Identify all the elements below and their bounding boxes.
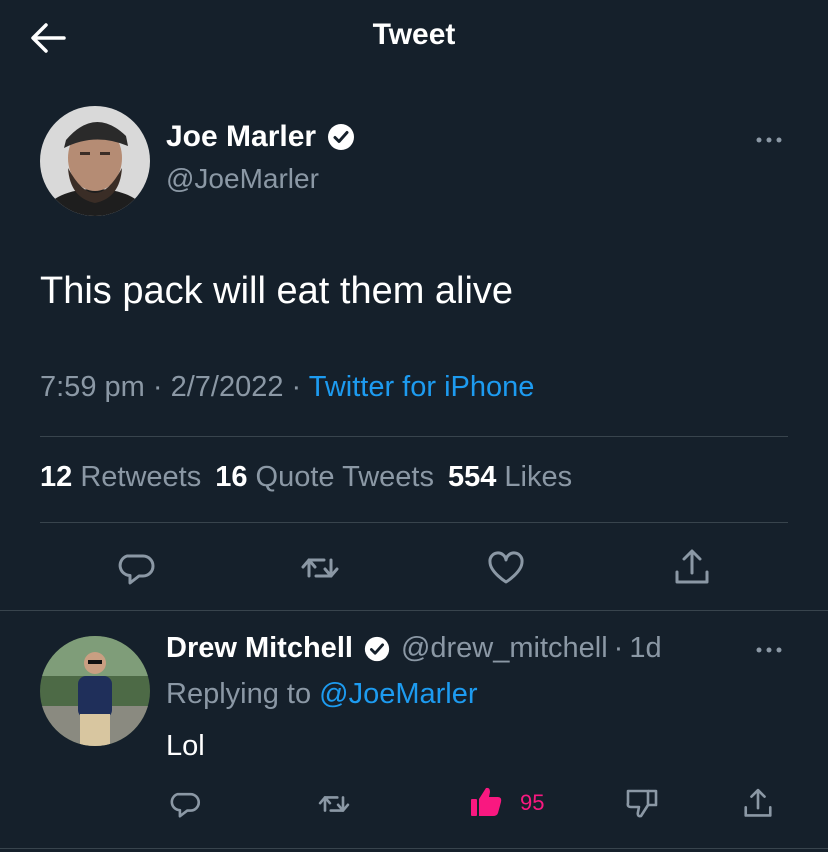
reply-avatar[interactable] — [40, 636, 150, 746]
avatar[interactable] — [40, 106, 150, 216]
share-icon — [675, 549, 709, 584]
reply-reply-button[interactable] — [166, 786, 202, 822]
reply-like-count: 95 — [520, 790, 545, 815]
reply-retweet-button[interactable] — [316, 786, 352, 822]
meta-separator: · — [283, 371, 309, 403]
reply-text: Lol — [166, 730, 205, 762]
reply-header: Drew Mitchell @drew_mitchell · 1d — [166, 632, 662, 665]
like-button[interactable] — [484, 546, 528, 590]
reply-more-options-button[interactable] — [752, 640, 786, 660]
reply-author-name[interactable]: Drew Mitchell — [166, 632, 353, 665]
divider — [0, 610, 828, 611]
tweet-source-link[interactable]: Twitter for iPhone — [309, 371, 535, 403]
more-icon — [756, 137, 782, 143]
author-name-row: Joe Marler — [166, 120, 356, 154]
reply-button[interactable] — [113, 546, 157, 590]
divider — [40, 522, 788, 523]
reply-separator: · — [613, 632, 624, 664]
quotes-label: Quote Tweets — [255, 461, 434, 493]
reply-icon — [118, 554, 155, 585]
replying-prefix: Replying to — [166, 678, 312, 710]
reply-icon — [170, 792, 200, 818]
divider — [40, 436, 788, 437]
verified-badge-icon — [328, 124, 355, 150]
likes-stat[interactable]: 554 Likes — [448, 461, 572, 493]
replying-to: Replying to @JoeMarler — [166, 678, 478, 711]
retweet-icon — [301, 558, 339, 578]
retweets-label: Retweets — [80, 461, 202, 493]
tweet-text: This pack will eat them alive — [40, 270, 514, 312]
retweet-icon — [318, 796, 350, 812]
tweet-meta: 7:59 pm · 2/7/2022 · Twitter for iPhone — [40, 371, 534, 404]
thumbs-down-icon — [626, 789, 658, 818]
more-options-button[interactable] — [752, 130, 786, 150]
reply-author-handle[interactable]: @drew_mitchell — [401, 632, 608, 665]
retweets-stat[interactable]: 12 Retweets — [40, 461, 201, 493]
replying-to-link[interactable]: @JoeMarler — [319, 678, 477, 710]
reply-upvote-button[interactable] — [468, 784, 504, 820]
share-button[interactable] — [670, 546, 714, 590]
thumbs-up-icon — [471, 787, 502, 816]
likes-count: 554 — [447, 461, 497, 493]
divider — [0, 848, 828, 849]
reply-share-button[interactable] — [740, 786, 776, 822]
tweet-stats: 12 Retweets 16 Quote Tweets 554 Likes — [40, 461, 572, 494]
quote-tweets-stat[interactable]: 16 Quote Tweets — [215, 461, 434, 493]
more-icon — [756, 647, 782, 653]
quotes-count: 16 — [215, 461, 248, 493]
heart-icon — [488, 551, 524, 584]
verified-badge-icon — [364, 636, 390, 661]
retweets-count: 12 — [40, 461, 73, 493]
reply-downvote-button[interactable] — [624, 786, 660, 822]
reply-age: 1d — [629, 632, 662, 664]
page-title: Tweet — [372, 18, 456, 51]
author-handle[interactable]: @JoeMarler — [166, 163, 319, 195]
likes-label: Likes — [504, 461, 573, 493]
tweet-time: 7:59 pm — [40, 371, 145, 403]
share-icon — [744, 788, 772, 817]
tweet-date: 2/7/2022 — [170, 371, 284, 403]
retweet-button[interactable] — [298, 546, 342, 590]
author-name[interactable]: Joe Marler — [166, 120, 316, 154]
meta-separator: · — [144, 371, 171, 403]
